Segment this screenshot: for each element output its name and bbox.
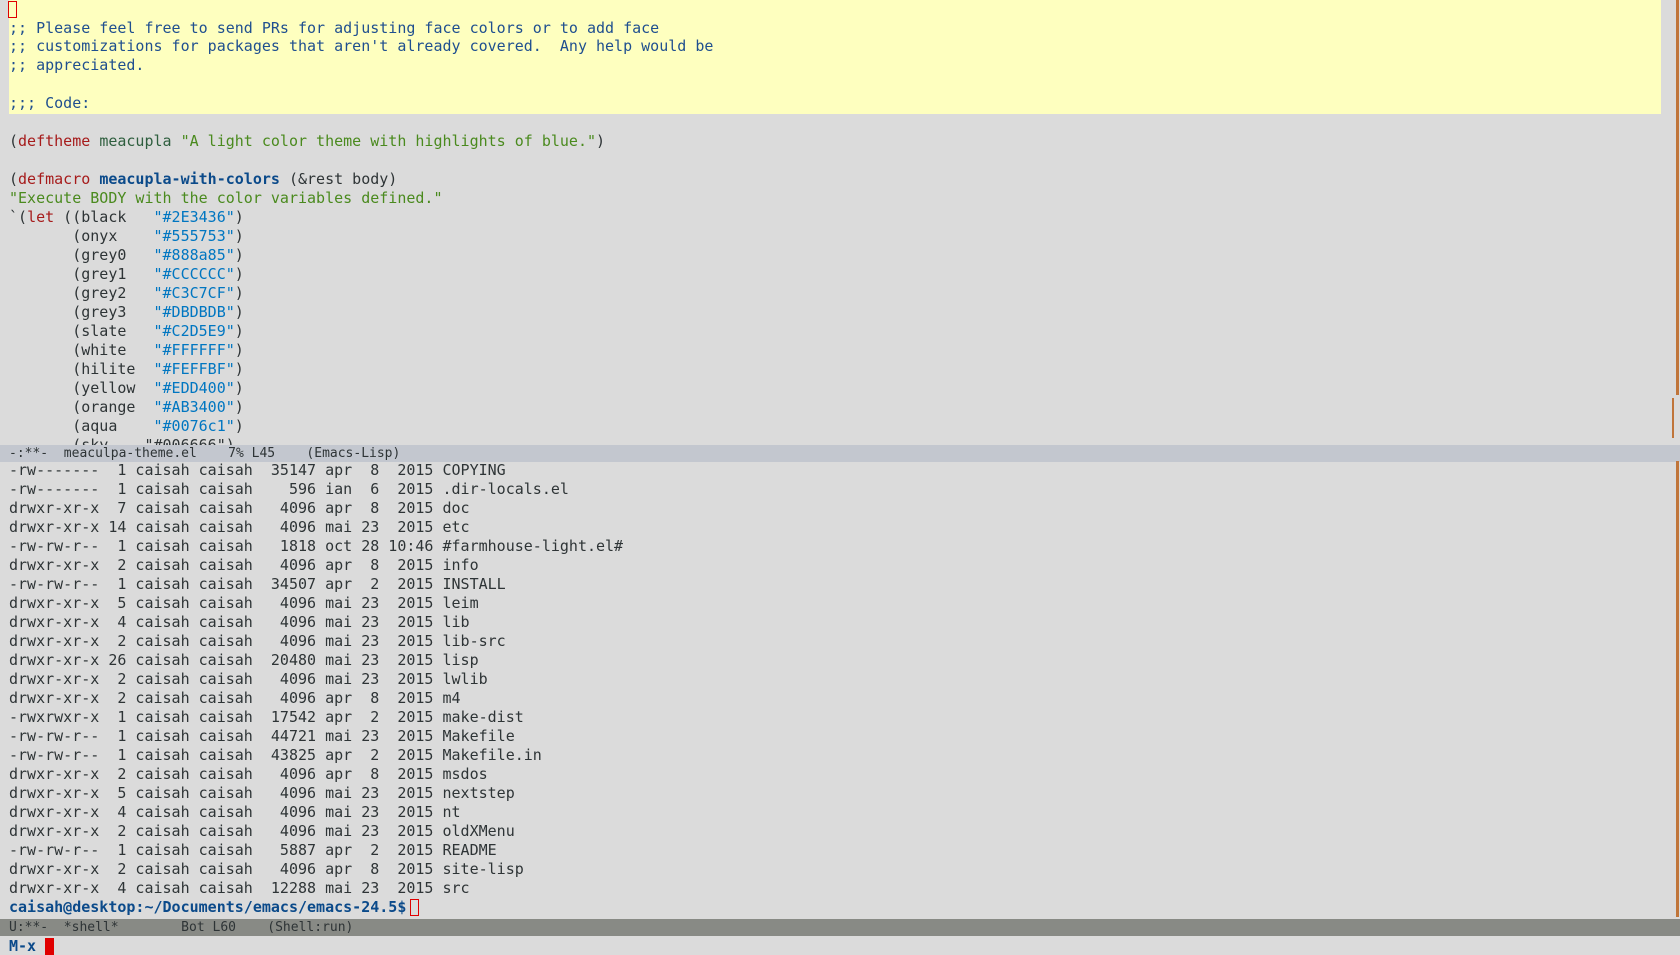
color-binding: (grey3 "#DBDBDB") [9,303,244,321]
minibuffer-prompt[interactable]: M-x [9,937,36,955]
color-name: yellow [81,379,136,397]
listing-row: drwxr-xr-x 7 caisah caisah 4096 apr 8 20… [9,499,470,517]
let-keyword: let [27,208,55,226]
defmacro-keyword: defmacro [18,170,91,188]
window-fringe-top [1676,0,1679,395]
listing-row: drwxr-xr-x 5 caisah caisah 4096 mai 23 2… [9,784,515,802]
color-name: aqua [81,417,118,435]
listing-row: drwxr-xr-x 2 caisah caisah 4096 apr 8 20… [9,689,461,707]
window-fringe-bottom [1676,461,1679,917]
listing-row: drwxr-xr-x 5 caisah caisah 4096 mai 23 2… [9,594,479,612]
code-header-comment: ;;; Code: [9,94,91,112]
color-binding: (white "#FFFFFF") [9,341,244,359]
scroll-indicator[interactable] [1672,398,1674,438]
color-value: "#C3C7CF" [153,284,235,302]
color-binding: (onyx "#555753") [9,227,244,245]
shell-prompt: caisah@desktop:~/Documents/emacs/emacs-2… [9,898,407,916]
listing-row: drwxr-xr-x 4 caisah caisah 12288 mai 23 … [9,879,470,897]
comment-line: ;; appreciated. [9,56,145,74]
macro-docstring: "Execute BODY with the color variables d… [9,189,443,207]
color-value: "#AB3400" [153,398,235,416]
color-binding: (orange "#AB3400") [9,398,244,416]
theme-name: meacupla [99,132,172,150]
color-value: "#FEFFBF" [153,360,235,378]
color-value: "#555753" [153,227,235,245]
listing-row: drwxr-xr-x 2 caisah caisah 4096 apr 8 20… [9,556,479,574]
color-name: black [81,208,127,226]
color-binding: (slate "#C2D5E9") [9,322,244,340]
source-modeline[interactable]: -:**- meaculpa-theme.el 7% L45 (Emacs-Li… [0,445,1680,462]
shell-modeline[interactable]: U:**- *shell* Bot L60 (Shell:run) [0,919,1680,936]
shell-buffer-window[interactable]: -rw------- 1 caisah caisah 35147 apr 8 2… [0,461,1680,920]
listing-row: drwxr-xr-x 14 caisah caisah 4096 mai 23 … [9,518,470,536]
color-value: "#DBDBDB" [153,303,235,321]
listing-row: drwxr-xr-x 4 caisah caisah 4096 mai 23 2… [9,613,470,631]
color-value: "#0076c1" [153,417,235,435]
color-name: grey3 [81,303,127,321]
minibuffer-cursor [45,938,54,955]
color-binding: (yellow "#EDD400") [9,379,244,397]
listing-row: drwxr-xr-x 2 caisah caisah 4096 mai 23 2… [9,822,515,840]
color-value: "#CCCCCC" [153,265,235,283]
source-buffer-window[interactable]: ;; Please feel free to send PRs for adju… [0,0,1680,446]
color-binding: (aqua "#0076c1") [9,417,244,435]
color-binding: (hilite "#FEFFBF") [9,360,244,378]
listing-row: -rw-rw-r-- 1 caisah caisah 44721 mai 23 … [9,727,515,745]
color-name: hilite [81,360,136,378]
color-name: onyx [81,227,118,245]
listing-row: -rw-rw-r-- 1 caisah caisah 43825 apr 2 2… [9,746,542,764]
color-value: "#FFFFFF" [153,341,235,359]
color-name: slate [81,322,127,340]
listing-row: drwxr-xr-x 2 caisah caisah 4096 mai 23 2… [9,670,488,688]
listing-row: -rw-rw-r-- 1 caisah caisah 34507 apr 2 2… [9,575,506,593]
color-value: "#EDD400" [153,379,235,397]
listing-row: drwxr-xr-x 26 caisah caisah 20480 mai 23… [9,651,479,669]
deftheme-keyword: deftheme [18,132,91,150]
deftheme-form: (deftheme meacupla "A light color theme … [9,132,606,150]
color-value: "#2E3436" [153,208,235,226]
color-name: orange [81,398,136,416]
listing-row: drwxr-xr-x 4 caisah caisah 4096 mai 23 2… [9,803,461,821]
color-name: white [81,341,127,359]
color-binding: (grey1 "#CCCCCC") [9,265,244,283]
listing-row: -rw-rw-r-- 1 caisah caisah 1818 oct 28 1… [9,537,624,555]
macro-args: (&rest body) [288,170,398,188]
color-value: "#C2D5E9" [153,322,235,340]
listing-row: drwxr-xr-x 2 caisah caisah 4096 apr 8 20… [9,765,488,783]
color-value: "#888a85" [153,246,235,264]
shell-prompt-line[interactable]: caisah@desktop:~/Documents/emacs/emacs-2… [9,898,420,917]
listing-row: drwxr-xr-x 2 caisah caisah 4096 mai 23 2… [9,632,506,650]
listing-row: -rw-rw-r-- 1 caisah caisah 5887 apr 2 20… [9,841,497,859]
listing-row: -rwxrwxr-x 1 caisah caisah 17542 apr 2 2… [9,708,524,726]
macro-name: meacupla-with-colors [99,170,280,188]
shell-cursor [410,899,420,916]
color-name: grey2 [81,284,127,302]
defmacro-form: (defmacro meacupla-with-colors (&rest bo… [9,170,398,188]
highlighted-region [9,0,1661,114]
color-binding: (grey0 "#888a85") [9,246,244,264]
color-binding: `(let ((black "#2E3436") [9,208,244,226]
emacs-frame: ;; Please feel free to send PRs for adju… [0,0,1680,955]
listing-row: -rw------- 1 caisah caisah 596 ian 6 201… [9,480,569,498]
buffer-cursor [8,1,17,18]
listing-row: drwxr-xr-x 2 caisah caisah 4096 apr 8 20… [9,860,524,878]
comment-line: ;; Please feel free to send PRs for adju… [9,19,660,37]
color-name: grey1 [81,265,127,283]
theme-docstring: "A light color theme with highlights of … [180,132,597,150]
comment-line: ;; customizations for packages that aren… [9,37,714,55]
listing-row: -rw------- 1 caisah caisah 35147 apr 8 2… [9,461,506,479]
color-binding: (grey2 "#C3C7CF") [9,284,244,302]
color-name: grey0 [81,246,127,264]
